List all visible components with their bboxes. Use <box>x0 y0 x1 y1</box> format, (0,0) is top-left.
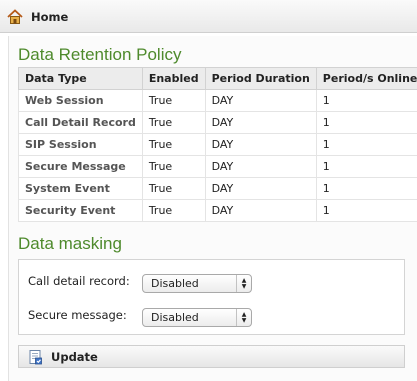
data-type-cell: Security Event <box>18 199 143 222</box>
data-type-cell: SIP Session <box>18 133 143 156</box>
home-link[interactable]: Home <box>7 9 68 25</box>
home-label: Home <box>31 10 69 24</box>
column-header-period-duration: Period Duration <box>204 67 317 90</box>
data-retention-heading: Data Retention Policy <box>18 45 182 64</box>
secure-message-label: Secure message: <box>28 308 127 322</box>
periods-online-cell: 1 <box>315 177 417 200</box>
period-duration-cell: DAY <box>204 199 317 222</box>
secure-message-value: Disabled <box>151 311 199 324</box>
period-duration-cell: DAY <box>204 133 317 156</box>
enabled-cell: True <box>141 89 206 112</box>
enabled-cell: True <box>141 199 206 222</box>
enabled-cell: True <box>141 111 206 134</box>
data-masking-heading: Data masking <box>18 234 122 253</box>
call-detail-record-label: Call detail record: <box>28 274 130 288</box>
periods-online-cell: 1 <box>315 111 417 134</box>
data-masking-box: Call detail record: Disabled ▲ ▼ Secure m… <box>18 259 405 335</box>
update-label: Update <box>51 350 98 364</box>
enabled-cell: True <box>141 177 206 200</box>
update-icon <box>29 350 42 365</box>
column-header-data-type: Data Type <box>18 67 143 90</box>
column-header-enabled: Enabled <box>141 67 206 90</box>
retention-table: Data Type Enabled Period Duration Period… <box>18 67 417 222</box>
up-down-arrows-icon: ▲ ▼ <box>236 275 251 292</box>
table-row: Web Session True DAY 1 <box>18 89 417 112</box>
table-row: Call Detail Record True DAY 1 <box>18 111 417 134</box>
call-detail-record-select[interactable]: Disabled ▲ ▼ <box>142 274 252 293</box>
period-duration-cell: DAY <box>204 155 317 178</box>
data-type-cell: Secure Message <box>18 155 143 178</box>
top-bar: Home <box>0 0 417 33</box>
periods-online-cell: 1 <box>315 155 417 178</box>
period-duration-cell: DAY <box>204 89 317 112</box>
period-duration-cell: DAY <box>204 177 317 200</box>
data-type-cell: Call Detail Record <box>18 111 143 134</box>
table-row: Secure Message True DAY 1 <box>18 155 417 178</box>
secure-message-select[interactable]: Disabled ▲ ▼ <box>142 308 252 327</box>
period-duration-cell: DAY <box>204 111 317 134</box>
periods-online-cell: 1 <box>315 133 417 156</box>
call-detail-record-value: Disabled <box>151 277 199 290</box>
table-row: System Event True DAY 1 <box>18 177 417 200</box>
periods-online-cell: 1 <box>315 199 417 222</box>
data-type-cell: Web Session <box>18 89 143 112</box>
update-button[interactable]: Update <box>18 345 405 368</box>
enabled-cell: True <box>141 133 206 156</box>
enabled-cell: True <box>141 155 206 178</box>
table-header-row: Data Type Enabled Period Duration Period… <box>18 67 417 90</box>
column-header-periods-online: Period/s Online <box>315 67 417 90</box>
table-row: Security Event True DAY 1 <box>18 199 417 222</box>
periods-online-cell: 1 <box>315 89 417 112</box>
data-type-cell: System Event <box>18 177 143 200</box>
content-panel: Data Retention Policy Data Type Enabled … <box>8 36 417 381</box>
up-down-arrows-icon: ▲ ▼ <box>236 309 251 326</box>
table-row: SIP Session True DAY 1 <box>18 133 417 156</box>
home-icon <box>7 9 23 24</box>
